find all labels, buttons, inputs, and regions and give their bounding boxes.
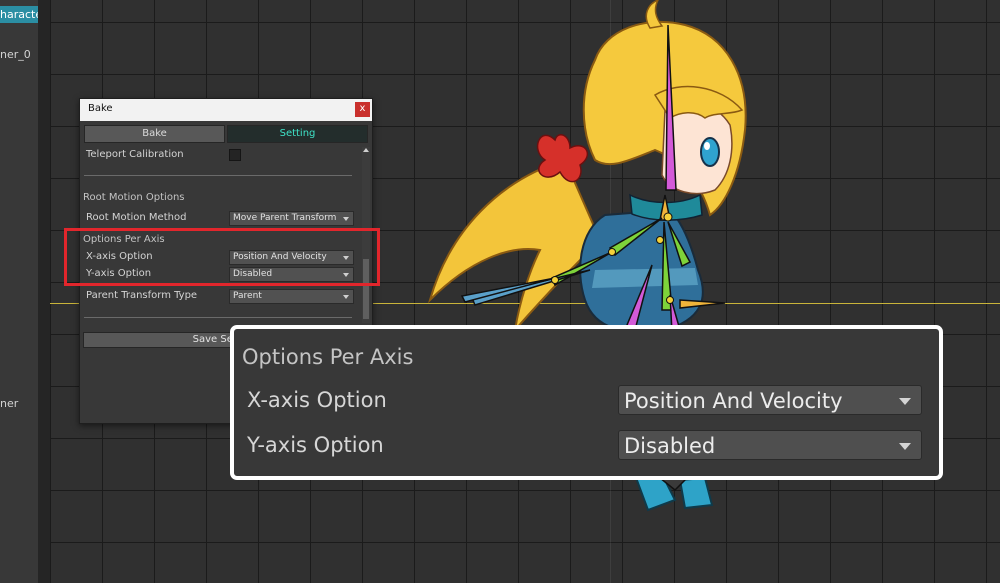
parent-transform-type-label: Parent Transform Type [86, 290, 198, 301]
teleport-calibration-label: Teleport Calibration [86, 149, 184, 160]
root-motion-method-label: Root Motion Method [86, 212, 187, 223]
bone-tail [679, 299, 726, 309]
chevron-down-icon [899, 443, 911, 450]
joint-hip [666, 296, 674, 304]
scroll-up-icon[interactable] [363, 148, 369, 152]
zoom-x-axis-option-value: Position And Velocity [624, 389, 843, 413]
zoom-options-per-axis-header: Options Per Axis [242, 345, 414, 369]
chevron-down-icon [899, 398, 911, 405]
divider [84, 317, 352, 318]
zoom-callout: Options Per Axis X-axis Option Position … [230, 325, 943, 480]
panel-divider[interactable] [38, 0, 50, 583]
tab-bake[interactable]: Bake [84, 125, 225, 143]
joint-hair [551, 276, 559, 284]
hierarchy-panel: haracter_ ner_0 ner [0, 0, 38, 583]
feet-shape-2 [678, 476, 714, 510]
teleport-calibration-checkbox[interactable] [229, 149, 241, 161]
joint-elbow [608, 248, 616, 256]
close-icon: x [359, 103, 366, 114]
zoom-x-axis-option-label: X-axis Option [247, 388, 387, 412]
eye-highlight [704, 142, 710, 150]
bake-window-titlebar[interactable]: Bake x [80, 99, 372, 121]
chevron-down-icon [343, 217, 349, 221]
hierarchy-item-character[interactable]: haracter_ [0, 6, 38, 23]
zoom-y-axis-option-label: Y-axis Option [247, 433, 384, 457]
zoom-y-axis-option-dropdown[interactable]: Disabled [618, 430, 922, 460]
joint-neck [663, 212, 673, 222]
ribbon-shape [536, 133, 589, 183]
chevron-down-icon [343, 295, 349, 299]
root-motion-options-header: Root Motion Options [83, 192, 185, 203]
highlight-box [64, 228, 380, 286]
parent-transform-type-value: Parent [233, 291, 262, 301]
ponytail-shape [427, 158, 602, 334]
zoom-y-axis-option-value: Disabled [624, 434, 716, 458]
close-button[interactable]: x [355, 102, 370, 117]
hierarchy-item-bone[interactable]: ner [0, 397, 18, 410]
parent-transform-type-dropdown[interactable]: Parent [229, 289, 354, 304]
divider [84, 175, 352, 176]
joint-shoulder [656, 236, 664, 244]
root-motion-method-dropdown[interactable]: Move Parent Transform [229, 211, 354, 226]
tab-setting[interactable]: Setting [227, 125, 368, 143]
zoom-x-axis-option-dropdown[interactable]: Position And Velocity [618, 385, 922, 415]
eye-shape [700, 137, 720, 167]
ahoge-shape [645, 0, 664, 29]
root-motion-method-value: Move Parent Transform [233, 213, 337, 223]
hierarchy-item-bone-0[interactable]: ner_0 [0, 48, 31, 61]
bake-window-title: Bake [88, 103, 113, 114]
